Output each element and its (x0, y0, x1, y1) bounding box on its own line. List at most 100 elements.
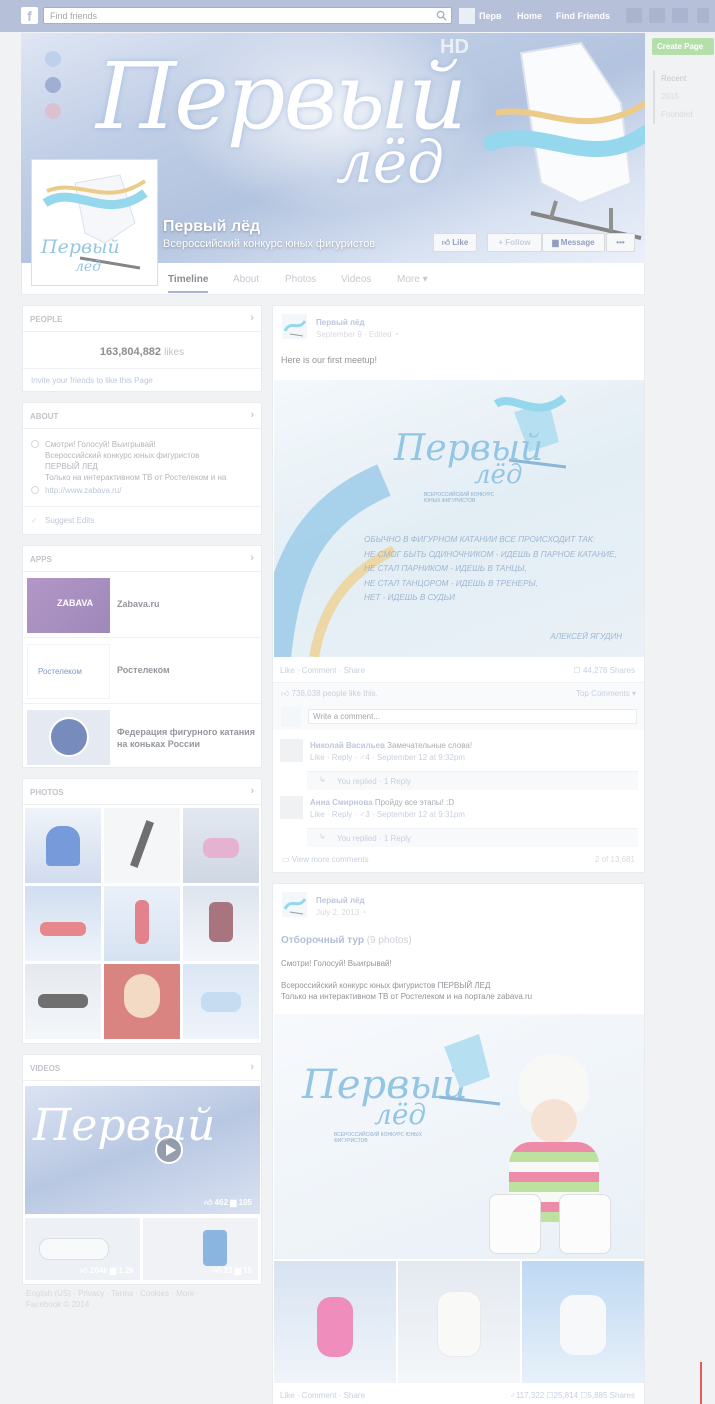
profile-link[interactable]: Перв (479, 11, 502, 21)
post-date[interactable]: July 2, 2013 ◔ (316, 908, 366, 917)
facebook-logo[interactable]: f (21, 7, 38, 24)
footer-links[interactable]: English (US) · Privacy · Terms · Cookies… (26, 1288, 256, 1299)
app-name[interactable]: Zabava.ru (117, 599, 160, 609)
commenter-avatar[interactable] (280, 796, 303, 819)
find-friends-link[interactable]: Find Friends (556, 11, 610, 21)
notifications-icon[interactable] (672, 8, 688, 23)
photo-thumbnail[interactable] (25, 886, 101, 961)
author-avatar[interactable] (282, 892, 307, 917)
reply-summary[interactable]: ↳ You replied · 1 Reply (307, 771, 638, 790)
commenter-name[interactable]: Николай Васильев (310, 741, 385, 750)
comment-meta[interactable]: Like · Reply · ♂3 · September 12 at 9:31… (310, 810, 465, 819)
tab-more[interactable]: More ▾ (397, 274, 428, 285)
photo-thumbnail[interactable] (25, 808, 101, 883)
more-options-button[interactable]: ••• (606, 233, 635, 252)
profile-logo-image: Первый лёд (35, 163, 154, 282)
main-video[interactable]: Первый 👍︎ 462 ▆ 105 (25, 1086, 260, 1214)
post-author[interactable]: Первый лёд (316, 896, 365, 905)
tab-videos[interactable]: Videos (341, 274, 371, 285)
quote-line: НЕ СМОГ БЫТЬ ОДИНОЧНИКОМ - ИДЕШЬ В ПАРНО… (364, 549, 617, 559)
comment-input[interactable] (308, 709, 637, 724)
plus-icon: + (498, 238, 504, 247)
play-icon[interactable] (155, 1136, 183, 1164)
tab-photos[interactable]: Photos (285, 274, 316, 285)
search-input[interactable] (44, 8, 424, 23)
image-title-line2: лёд (474, 460, 523, 490)
profile-thumbnail[interactable] (459, 8, 475, 24)
search-icon[interactable] (436, 10, 447, 21)
app-item-federation[interactable]: Федерация фигурного катания на коньках Р… (23, 704, 261, 770)
about-header[interactable]: ABOUT › (23, 403, 261, 429)
video-comments: 1.2k (118, 1266, 134, 1275)
post-image[interactable]: Первый лёд ВСЕРОССИЙСКИЙ КОНКУРС ЮНЫХ ФИ… (274, 380, 644, 657)
profile-picture[interactable]: Первый лёд (32, 160, 157, 285)
photo-thumbnail[interactable] (183, 886, 259, 961)
mug-shape (203, 1230, 227, 1266)
create-page-button[interactable]: Create Page (652, 38, 714, 55)
video-thumbnail[interactable]: 👍︎ 23 ▆ 15 (143, 1218, 258, 1280)
suggest-edits-link[interactable]: ✓ Suggest Edits (23, 506, 261, 534)
photo-thumbnail[interactable] (104, 808, 180, 883)
timeline-founded[interactable]: Founded (661, 106, 693, 124)
like-page-button[interactable]: 👍︎ Like (433, 233, 477, 252)
apps-header[interactable]: APPS › (23, 546, 261, 572)
tab-about[interactable]: About (233, 274, 259, 285)
messages-icon[interactable] (649, 8, 665, 23)
follow-button[interactable]: + Follow (487, 233, 542, 252)
photos-header[interactable]: PHOTOS › (23, 779, 261, 805)
video-thumbnail[interactable]: 👍︎ 204k ▆ 1.2k (25, 1218, 140, 1280)
comment-meta[interactable]: Like · Reply · ♂4 · September 12 at 9:32… (310, 753, 472, 762)
videos-header[interactable]: VIDEOS › (23, 1055, 261, 1081)
video-comments: 15 (243, 1266, 252, 1275)
chevron-right-icon[interactable]: › (250, 1061, 254, 1073)
chevron-right-icon[interactable]: › (250, 409, 254, 421)
app-item-zabava[interactable]: ZABAVA Zabava.ru (23, 572, 261, 638)
author-avatar[interactable] (282, 314, 307, 339)
website-link[interactable]: http://www.zabava.ru/ (45, 485, 254, 496)
photos-grid (23, 805, 261, 1042)
album-title[interactable]: Отборочный тур (9 photos) (281, 935, 412, 946)
reply-summary[interactable]: ↳ You replied · 1 Reply (307, 828, 638, 847)
photo-thumbnail[interactable] (25, 964, 101, 1039)
globe-icon: ◔ (393, 330, 399, 339)
post-stats[interactable]: ♂117,322 ☐25,814 ☐5,885 Shares (510, 1391, 635, 1400)
skate-illustration (483, 41, 645, 240)
chevron-right-icon[interactable]: › (250, 785, 254, 797)
view-more-comments[interactable]: ▭ View more comments (282, 855, 369, 864)
people-header[interactable]: PEOPLE › (23, 306, 261, 332)
post-author[interactable]: Первый лёд (316, 318, 365, 327)
post-text-line: Только на интерактивном ТВ от Ростелеком… (281, 992, 533, 1001)
post-date[interactable]: September 9 · Edited ◔ (316, 330, 399, 339)
friend-requests-icon[interactable] (626, 8, 642, 23)
album-main-photo[interactable]: Первый лёд ВСЕРОССИЙСКИЙ КОНКУРС ЮНЫХ ФИ… (274, 1014, 644, 1259)
post-shares[interactable]: ☐ 44,278 Shares (574, 666, 635, 675)
search-box[interactable] (43, 7, 452, 24)
post-actions[interactable]: Like · Comment · Share (280, 666, 365, 675)
about-title: ABOUT (30, 412, 59, 421)
likes-line[interactable]: 738,038 people like this. (292, 689, 378, 698)
album-photo[interactable] (274, 1261, 396, 1383)
top-comments-dropdown[interactable]: Top Comments ▾ (576, 689, 636, 698)
commenter-avatar[interactable] (280, 739, 303, 762)
comment-item: Анна Смирнова Пройду все этапы! :D Like … (280, 796, 638, 856)
chevron-right-icon[interactable]: › (250, 552, 254, 564)
photo-thumbnail[interactable] (183, 964, 259, 1039)
tab-timeline[interactable]: Timeline (168, 274, 209, 293)
album-photo[interactable] (398, 1261, 520, 1383)
chevron-right-icon[interactable]: › (250, 312, 254, 324)
photo-thumbnail[interactable] (104, 964, 180, 1039)
app-name[interactable]: Ростелеком (117, 665, 170, 675)
app-name[interactable]: Федерация фигурного катания на коньках Р… (117, 726, 257, 750)
home-link[interactable]: Home (517, 11, 542, 21)
timeline-2015[interactable]: 2015 (661, 88, 693, 106)
photo-thumbnail[interactable] (183, 808, 259, 883)
invite-friends-link[interactable]: Invite your friends to like this Page (23, 368, 261, 392)
timeline-recent[interactable]: Recent (661, 70, 693, 88)
commenter-name[interactable]: Анна Смирнова (310, 798, 373, 807)
album-photo[interactable] (522, 1261, 644, 1383)
app-item-rostelecom[interactable]: Ростелеком Ростелеком (23, 638, 261, 704)
message-button[interactable]: ▆ Message (542, 233, 605, 252)
post-actions[interactable]: Like · Comment · Share (280, 1391, 365, 1400)
photo-thumbnail[interactable] (104, 886, 180, 961)
settings-icon[interactable] (697, 8, 709, 23)
